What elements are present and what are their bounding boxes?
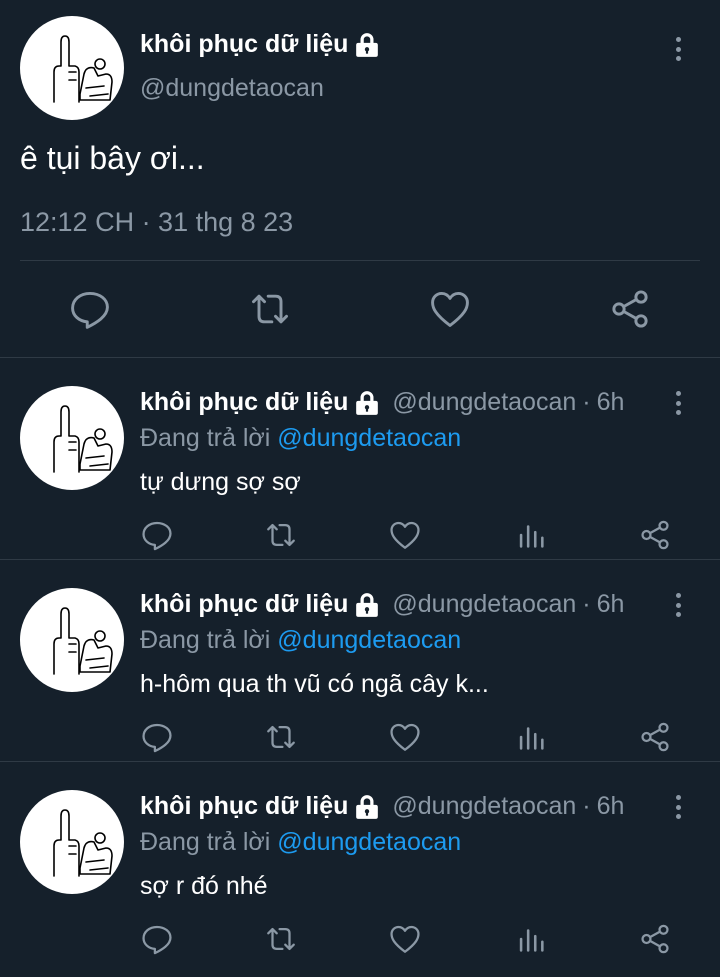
reply-tweet[interactable]: khôi phục dữ liệu @dungdetaocan · 6h Đan… [0,560,720,762]
retweet-icon[interactable] [264,720,298,754]
reply-icon[interactable] [140,720,174,754]
replying-mention[interactable]: @dungdetaocan [277,626,461,654]
lock-icon [354,592,380,618]
author-name[interactable]: khôi phục dữ liệu [140,388,348,417]
main-tweet: khôi phục dữ liệu @dungdetaocan ê tụi bâ… [0,0,720,358]
author-handle-row: @dungdetaocan [140,74,324,103]
replying-to: Đang trả lời @dungdetaocan [140,626,461,655]
lock-icon [354,390,380,416]
views-icon[interactable] [514,922,548,956]
replying-to: Đang trả lời @dungdetaocan [140,828,461,857]
retweet-icon[interactable] [264,922,298,956]
replying-mention[interactable]: @dungdetaocan [277,424,461,452]
author-handle[interactable]: @dungdetaocan [392,792,576,821]
reply-text: tự dưng sợ sợ [140,468,301,496]
like-icon[interactable] [388,518,422,552]
separator-dot: · [582,792,591,820]
reply-header: khôi phục dữ liệu @dungdetaocan · 6h [140,388,624,417]
more-options-icon[interactable] [668,34,688,64]
avatar[interactable] [20,16,124,120]
author-name[interactable]: khôi phục dữ liệu [140,590,348,619]
avatar[interactable] [20,790,124,894]
more-options-icon[interactable] [668,590,688,620]
like-icon[interactable] [388,720,422,754]
reply-tweet[interactable]: khôi phục dữ liệu @dungdetaocan · 6h Đan… [0,358,720,560]
separator-dot: · [582,590,591,618]
replying-to: Đang trả lời @dungdetaocan [140,424,461,453]
separator-dot: · [582,388,591,416]
lock-icon [354,32,380,58]
tweet-text: ê tụi bây ơi... [20,140,205,176]
more-options-icon[interactable] [668,388,688,418]
share-icon[interactable] [638,720,672,754]
more-options-icon[interactable] [668,792,688,822]
replies-list: khôi phục dữ liệu @dungdetaocan · 6h Đan… [0,358,720,964]
reply-time[interactable]: 6h [597,590,625,619]
share-icon[interactable] [608,287,652,331]
reply-icon[interactable] [140,518,174,552]
author-name[interactable]: khôi phục dữ liệu [140,792,348,821]
reply-header: khôi phục dữ liệu @dungdetaocan · 6h [140,792,624,821]
retweet-icon[interactable] [248,287,292,331]
author-handle[interactable]: @dungdetaocan [392,388,576,417]
reply-time[interactable]: 6h [597,792,625,821]
replying-mention[interactable]: @dungdetaocan [277,828,461,856]
tweet-timestamp[interactable]: 12:12 CH · 31 thg 8 23 [20,207,293,238]
author-name-row: khôi phục dữ liệu [140,30,380,59]
reply-header: khôi phục dữ liệu @dungdetaocan · 6h [140,590,624,619]
lock-icon [354,794,380,820]
reply-text: h-hôm qua th vũ có ngã cây k... [140,670,489,698]
avatar[interactable] [20,386,124,490]
author-handle[interactable]: @dungdetaocan [140,74,324,103]
share-icon[interactable] [638,518,672,552]
avatar[interactable] [20,588,124,692]
like-icon[interactable] [428,287,472,331]
reply-icon[interactable] [68,287,112,331]
replying-prefix: Đang trả lời [140,626,271,654]
reply-text: sợ r đó nhé [140,872,268,900]
retweet-icon[interactable] [264,518,298,552]
share-icon[interactable] [638,922,672,956]
views-icon[interactable] [514,720,548,754]
like-icon[interactable] [388,922,422,956]
author-handle[interactable]: @dungdetaocan [392,590,576,619]
divider [20,260,700,261]
replying-prefix: Đang trả lời [140,828,271,856]
views-icon[interactable] [514,518,548,552]
reply-tweet[interactable]: khôi phục dữ liệu @dungdetaocan · 6h Đan… [0,762,720,964]
replying-prefix: Đang trả lời [140,424,271,452]
reply-icon[interactable] [140,922,174,956]
author-name[interactable]: khôi phục dữ liệu [140,30,348,59]
reply-time[interactable]: 6h [597,388,625,417]
